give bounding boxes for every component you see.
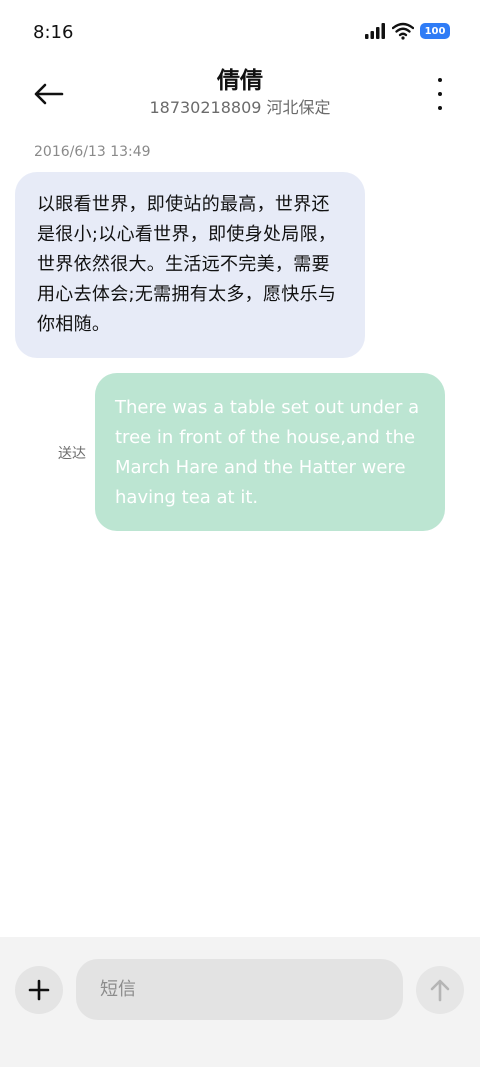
arrow-up-icon — [430, 979, 450, 1002]
plus-icon — [28, 979, 50, 1001]
send-button[interactable] — [416, 966, 464, 1014]
outgoing-message-bubble[interactable]: There was a table set out under a tree i… — [95, 373, 445, 531]
compose-bar — [0, 937, 480, 1067]
status-time: 8:16 — [33, 22, 74, 43]
wifi-icon — [391, 22, 415, 40]
more-options-button[interactable] — [430, 78, 450, 110]
delivery-status: 送达 — [58, 446, 86, 462]
signal-icon — [364, 22, 386, 40]
more-vertical-icon — [438, 78, 442, 82]
incoming-message-bubble[interactable]: 以眼看世界，即使站的最高，世界还是很小;以心看世界，即使身处局限，世界依然很大。… — [15, 172, 365, 358]
contact-title: 倩倩 18730218809 河北保定 — [0, 66, 480, 118]
contact-subtitle: 18730218809 河北保定 — [149, 98, 331, 117]
status-icons: 100 — [364, 22, 450, 40]
conversation-header: 倩倩 18730218809 河北保定 — [0, 62, 480, 128]
sms-conversation-screen: 8:16 100 倩倩 18730218809 河北保定 2016/6/13 1… — [0, 0, 480, 1067]
message-timestamp: 2016/6/13 13:49 — [34, 144, 151, 160]
battery-icon: 100 — [420, 23, 450, 39]
add-attachment-button[interactable] — [15, 966, 63, 1014]
sms-input[interactable] — [76, 959, 403, 1020]
contact-name: 倩倩 — [217, 68, 263, 94]
status-bar: 8:16 100 — [0, 0, 480, 66]
